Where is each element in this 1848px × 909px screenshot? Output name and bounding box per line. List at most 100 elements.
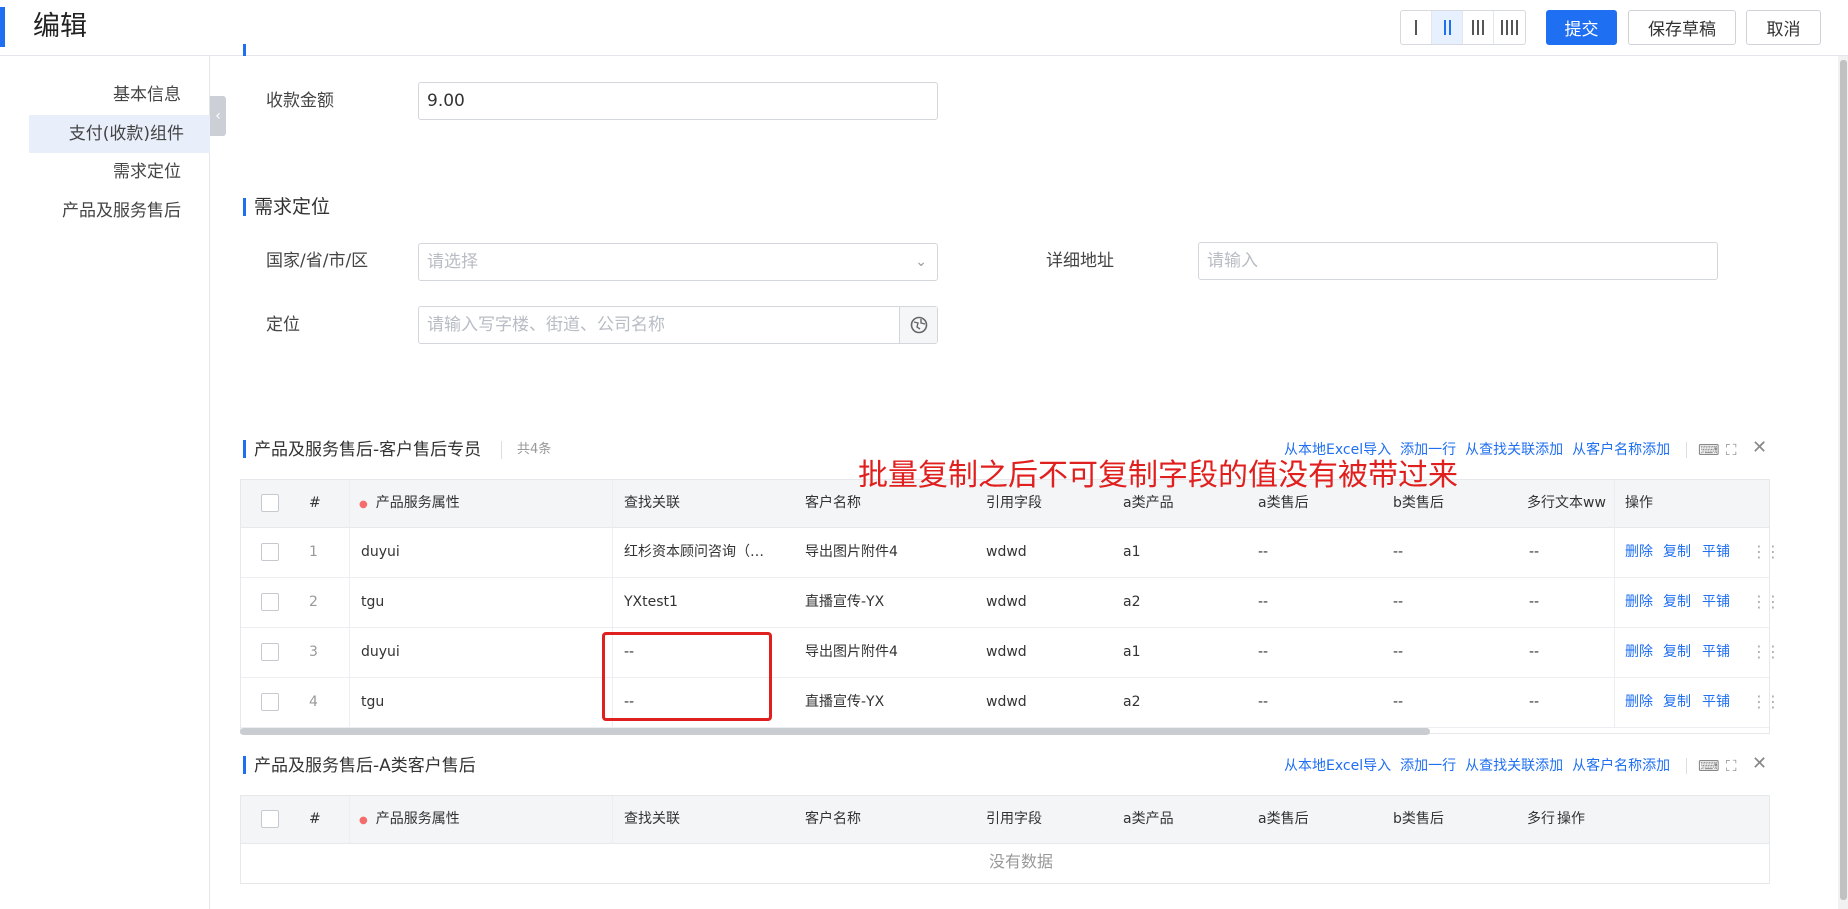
drag-handle-icon[interactable]: ⋮⋮ xyxy=(1751,542,1781,562)
col-header-attr: ● 产品服务属性 xyxy=(359,495,460,511)
copy-link[interactable]: 复制 xyxy=(1663,642,1691,662)
cell-attr[interactable]: duyui xyxy=(361,542,400,562)
cell-lookup[interactable]: YXtest1 xyxy=(624,592,678,612)
cell-attr[interactable]: duyui xyxy=(361,642,400,662)
drag-handle-icon[interactable]: ⋮⋮ xyxy=(1751,642,1781,662)
import-excel-link[interactable]: 从本地Excel导入 xyxy=(1284,756,1391,776)
delete-link[interactable]: 删除 xyxy=(1625,692,1653,712)
col-header-lookup: 查找关联 xyxy=(624,495,680,511)
keyboard-icon[interactable]: ⌨ xyxy=(1698,757,1720,775)
cell-b-after[interactable]: -- xyxy=(1393,642,1403,662)
row-checkbox[interactable] xyxy=(261,643,279,661)
column-layout-switcher xyxy=(1400,10,1526,45)
cell-a-product[interactable]: a2 xyxy=(1123,592,1141,612)
table-row: 3 duyui -- 导出图片附件4 wdwd a1 -- -- -- 删除 复… xyxy=(241,628,1781,678)
sidebar-item-after-sales[interactable]: 产品及服务售后 xyxy=(62,200,181,222)
table1-title: 产品及服务售后-客户售后专员 xyxy=(254,440,482,460)
add-from-customer-link[interactable]: 从客户名称添加 xyxy=(1572,440,1670,460)
cell-b-after[interactable]: -- xyxy=(1393,592,1403,612)
three-column-button[interactable] xyxy=(1463,11,1494,44)
cell-customer[interactable]: 导出图片附件4 xyxy=(805,542,898,562)
cell-a-product[interactable]: a1 xyxy=(1123,542,1141,562)
sidebar-nav: 基本信息 支付(收款)组件 需求定位 产品及服务售后 xyxy=(0,56,210,909)
cell-ref: wdwd xyxy=(986,694,1027,710)
chevron-down-icon: ⌄ xyxy=(915,254,927,270)
two-column-button[interactable] xyxy=(1432,11,1463,44)
location-placeholder: 请输入写字楼、街道、公司名称 xyxy=(427,315,665,335)
cell-attr[interactable]: tgu xyxy=(361,592,384,612)
annotation-highlight-box xyxy=(602,632,772,721)
one-column-button[interactable] xyxy=(1401,11,1432,44)
location-input[interactable]: 请输入写字楼、街道、公司名称 xyxy=(418,306,938,344)
cell-text[interactable]: -- xyxy=(1529,642,1539,662)
delete-link[interactable]: 删除 xyxy=(1625,592,1653,612)
table-row: 4 tgu -- 直播宣传-YX wdwd a2 -- -- -- 删除 复制 … xyxy=(241,678,1781,728)
add-row-link[interactable]: 添加一行 xyxy=(1400,756,1456,776)
row-checkbox[interactable] xyxy=(261,543,279,561)
collapse-sidebar-button[interactable]: ‹ xyxy=(210,96,226,136)
fullscreen-icon[interactable]: ⛶ xyxy=(1726,441,1737,459)
delete-link[interactable]: 删除 xyxy=(1625,642,1653,662)
region-label: 国家/省/市/区 xyxy=(266,251,369,271)
select-all-checkbox[interactable] xyxy=(261,810,279,828)
drag-handle-icon[interactable]: ⋮⋮ xyxy=(1751,592,1781,612)
submit-button[interactable]: 提交 xyxy=(1546,10,1617,45)
address-input[interactable]: 请输入 xyxy=(1198,242,1718,280)
sidebar-item-payment[interactable]: 支付(收款)组件 xyxy=(69,123,184,145)
row-checkbox[interactable] xyxy=(261,693,279,711)
cell-a-product[interactable]: a2 xyxy=(1123,692,1141,712)
globe-icon[interactable] xyxy=(899,307,937,343)
col-header-a-after: a类售后 xyxy=(1258,811,1309,827)
sidebar-item-basic-info[interactable]: 基本信息 xyxy=(113,84,181,106)
sidebar-item-demand[interactable]: 需求定位 xyxy=(113,161,181,183)
cell-text[interactable]: -- xyxy=(1529,592,1539,612)
cell-customer[interactable]: 导出图片附件4 xyxy=(805,642,898,662)
top-bar: 编辑 提交 保存草稿 取消 xyxy=(0,0,1848,56)
cell-lookup[interactable]: 红杉资本顾问咨询（… xyxy=(624,542,764,562)
row-checkbox[interactable] xyxy=(261,593,279,611)
copy-link[interactable]: 复制 xyxy=(1663,692,1691,712)
region-select[interactable]: 请选择 ⌄ xyxy=(418,243,938,281)
amount-input[interactable]: 9.00 xyxy=(418,82,938,120)
cell-customer[interactable]: 直播宣传-YX xyxy=(805,692,884,712)
drag-handle-icon[interactable]: ⋮⋮ xyxy=(1751,692,1781,712)
cell-a-after[interactable]: -- xyxy=(1258,592,1268,612)
select-all-checkbox[interactable] xyxy=(261,494,279,512)
col-header-a-product: a类产品 xyxy=(1123,495,1174,511)
cell-attr[interactable]: tgu xyxy=(361,692,384,712)
close-icon[interactable]: ✕ xyxy=(1752,439,1767,457)
four-column-button[interactable] xyxy=(1494,11,1525,44)
cell-a-product[interactable]: a1 xyxy=(1123,642,1141,662)
cell-a-after[interactable]: -- xyxy=(1258,692,1268,712)
page-scrollbar-thumb[interactable] xyxy=(1840,60,1847,900)
table1-horizontal-scrollbar[interactable] xyxy=(240,728,1430,735)
cell-text[interactable]: -- xyxy=(1529,692,1539,712)
cell-a-after[interactable]: -- xyxy=(1258,642,1268,662)
keyboard-icon[interactable]: ⌨ xyxy=(1698,441,1720,459)
tile-link[interactable]: 平铺 xyxy=(1702,542,1730,562)
cell-text[interactable]: -- xyxy=(1529,542,1539,562)
close-icon[interactable]: ✕ xyxy=(1752,755,1767,773)
row-index: 4 xyxy=(309,694,318,710)
save-draft-button[interactable]: 保存草稿 xyxy=(1628,10,1736,45)
add-from-customer-link[interactable]: 从客户名称添加 xyxy=(1572,756,1670,776)
add-from-lookup-link[interactable]: 从查找关联添加 xyxy=(1465,756,1563,776)
tile-link[interactable]: 平铺 xyxy=(1702,642,1730,662)
demand-section-title: 需求定位 xyxy=(254,196,331,218)
cell-ref: wdwd xyxy=(986,644,1027,660)
cell-customer[interactable]: 直播宣传-YX xyxy=(805,592,884,612)
cell-a-after[interactable]: -- xyxy=(1258,542,1268,562)
copy-link[interactable]: 复制 xyxy=(1663,542,1691,562)
column-divider xyxy=(349,796,350,844)
cell-b-after[interactable]: -- xyxy=(1393,542,1403,562)
fullscreen-icon[interactable]: ⛶ xyxy=(1726,757,1737,775)
add-from-lookup-link[interactable]: 从查找关联添加 xyxy=(1465,440,1563,460)
copy-link[interactable]: 复制 xyxy=(1663,592,1691,612)
cancel-button[interactable]: 取消 xyxy=(1746,10,1821,45)
col-header-ops: 操作 xyxy=(1557,811,1585,827)
cell-b-after[interactable]: -- xyxy=(1393,692,1403,712)
table1-count: 共4条 xyxy=(517,442,552,457)
tile-link[interactable]: 平铺 xyxy=(1702,692,1730,712)
delete-link[interactable]: 删除 xyxy=(1625,542,1653,562)
tile-link[interactable]: 平铺 xyxy=(1702,592,1730,612)
